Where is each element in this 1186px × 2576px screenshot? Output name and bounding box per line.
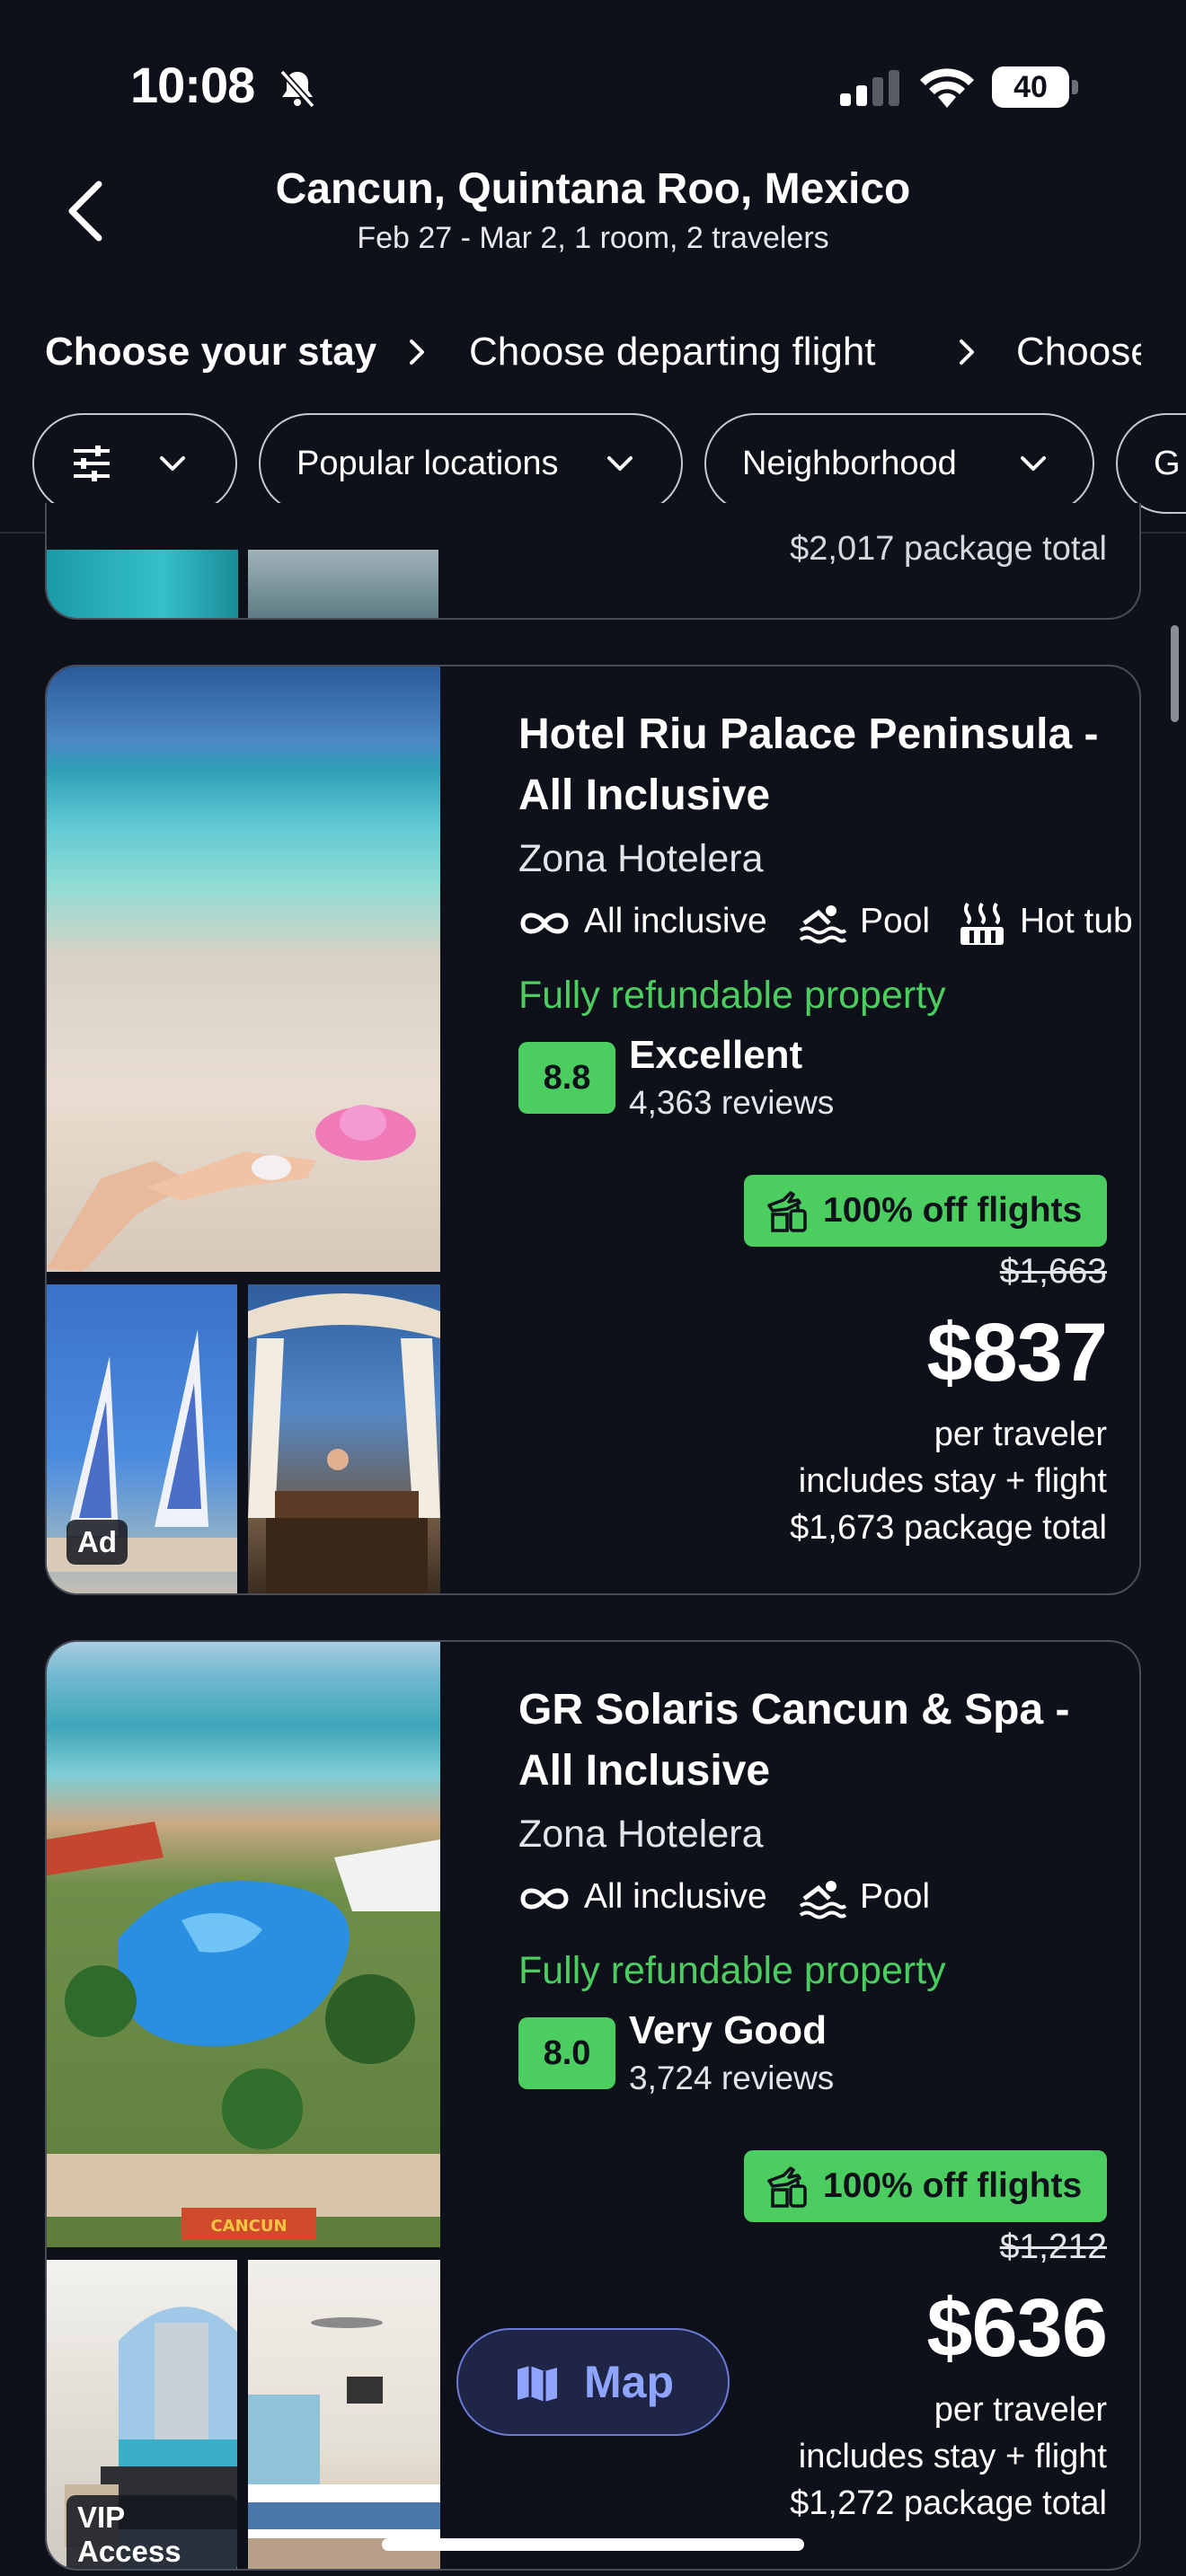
step-departing-flight[interactable]: Choose departing flight (469, 325, 876, 379)
hotel-photo (47, 550, 238, 618)
flight-hotel-icon (767, 2166, 807, 2208)
cabana-illustration (248, 1293, 440, 1593)
filter-settings-button[interactable] (32, 413, 237, 514)
status-bar: 10:08 40 (0, 0, 1186, 171)
review-count: 3,724 reviews (629, 2060, 835, 2096)
booking-steps: Choose your stay Choose departing flight… (0, 325, 1141, 379)
filter-neighborhood[interactable]: Neighborhood (704, 413, 1094, 514)
infinity-icon (520, 1888, 569, 1910)
price-per-traveler: per traveler (934, 1416, 1107, 1453)
room-illustration (248, 2317, 440, 2569)
resort-pool-illustration: CANCUN (47, 1822, 440, 2240)
bell-slash-icon (279, 69, 315, 109)
hotel-photo[interactable] (248, 2260, 440, 2569)
hotel-name-line: GR Solaris Cancun & Spa - (518, 1686, 1070, 1734)
deal-label: 100% off flights (823, 1191, 1083, 1230)
review-score: 8.8 (518, 1042, 615, 1114)
amenity-label: Pool (860, 1877, 931, 1916)
infinity-icon (520, 913, 569, 934)
neighborhood: Zona Hotelera (518, 1813, 764, 1856)
deal-badge: 100% off flights (744, 1175, 1107, 1247)
destination-title: Cancun, Quintana Roo, Mexico (275, 165, 911, 213)
package-total: $1,673 package total (790, 1509, 1107, 1547)
amenity-label: Hot tub (1020, 902, 1133, 940)
filter-label: Neighborhood (742, 445, 957, 482)
amenity-label: Pool (860, 902, 931, 940)
review-score: 8.0 (518, 2017, 615, 2089)
wifi-icon (920, 68, 974, 108)
sign-text: CANCUN (210, 2217, 287, 2236)
hotel-name-line: All Inclusive (518, 1747, 771, 1795)
amenities: All inclusive Pool Hot tub (518, 902, 1139, 947)
trip-details[interactable]: Feb 27 - Mar 2, 1 room, 2 travelers (180, 221, 1006, 256)
hotel-photo (248, 550, 438, 618)
filter-more[interactable]: G (1116, 413, 1186, 514)
battery-level: 40 (1013, 70, 1048, 104)
price-per-traveler: per traveler (934, 2391, 1107, 2429)
price: $636 (926, 2282, 1108, 2374)
chevron-right-icon (410, 340, 424, 365)
back-chevron-icon[interactable] (54, 175, 117, 247)
vip-access-badge: VIP Access (66, 2495, 237, 2569)
map-button-label: Map (584, 2357, 674, 2407)
battery-indicator: 40 (992, 66, 1078, 108)
deal-badge: 100% off flights (744, 2150, 1107, 2222)
sunbather-illustration (47, 1105, 416, 1272)
hotel-card[interactable]: Ad Hotel Riu Palace Peninsula - All Incl… (45, 665, 1141, 1595)
chevron-down-icon (160, 456, 185, 471)
includes-note: includes stay + flight (798, 2438, 1107, 2475)
hotel-photo-main[interactable] (47, 666, 440, 1272)
refundable-label: Fully refundable property (518, 974, 946, 1017)
amenity-label: All inclusive (584, 902, 767, 940)
filter-popular-locations[interactable]: Popular locations (259, 413, 683, 514)
package-total: $1,272 package total (790, 2484, 1107, 2522)
chevron-down-icon (1021, 456, 1046, 471)
rating-label: Excellent (629, 1033, 803, 1077)
sliders-icon (74, 446, 110, 481)
rating-label: Very Good (629, 2008, 828, 2052)
refundable-label: Fully refundable property (518, 1949, 946, 1992)
home-indicator[interactable] (382, 2538, 804, 2551)
clock: 10:08 (130, 57, 255, 113)
filter-label: G (1154, 445, 1181, 482)
amenity-label: All inclusive (584, 1877, 767, 1916)
hotel-name-line: Hotel Riu Palace Peninsula - (518, 710, 1099, 758)
review-count: 4,363 reviews (629, 1084, 835, 1121)
chevron-right-icon (960, 340, 974, 365)
filter-label: Popular locations (296, 445, 559, 482)
includes-note: includes stay + flight (798, 1462, 1107, 1500)
price: $837 (926, 1307, 1108, 1398)
hotel-card-previous[interactable]: $2,017 package total (45, 503, 1141, 620)
chevron-down-icon (607, 456, 633, 471)
step-choose-stay[interactable]: Choose your stay (45, 325, 376, 379)
cellular-signal-icon (840, 70, 899, 106)
original-price: $1,663 (999, 1252, 1107, 1291)
scrollbar[interactable] (1171, 625, 1179, 722)
hotel-photo[interactable]: Ad (47, 1284, 237, 1593)
hotel-name-line: All Inclusive (518, 772, 771, 819)
original-price: $1,212 (999, 2228, 1107, 2266)
hotel-photo[interactable]: VIP Access (47, 2260, 237, 2569)
ad-badge: Ad (66, 1520, 128, 1565)
pool-icon (799, 1881, 847, 1919)
deal-label: 100% off flights (823, 2166, 1083, 2205)
amenities: All inclusive Pool (518, 1877, 1139, 1922)
neighborhood: Zona Hotelera (518, 837, 764, 880)
hot-tub-icon (960, 902, 1004, 945)
package-total: $2,017 package total (790, 530, 1107, 568)
flight-hotel-icon (767, 1191, 807, 1232)
map-button[interactable]: Map (456, 2328, 730, 2436)
hotel-photo-main[interactable]: CANCUN (47, 1642, 440, 2247)
step-next[interactable]: Choose (1016, 325, 1141, 379)
map-icon (518, 2366, 557, 2402)
hotel-photo[interactable] (248, 1284, 440, 1593)
hotel-name[interactable]: Hotel Riu Palace Peninsula - All Inclusi… (518, 704, 1139, 826)
pool-icon (799, 905, 847, 944)
filter-bar: Popular locations Neighborhood G (0, 413, 1186, 517)
hotel-name[interactable]: GR Solaris Cancun & Spa - All Inclusive (518, 1680, 1139, 1802)
